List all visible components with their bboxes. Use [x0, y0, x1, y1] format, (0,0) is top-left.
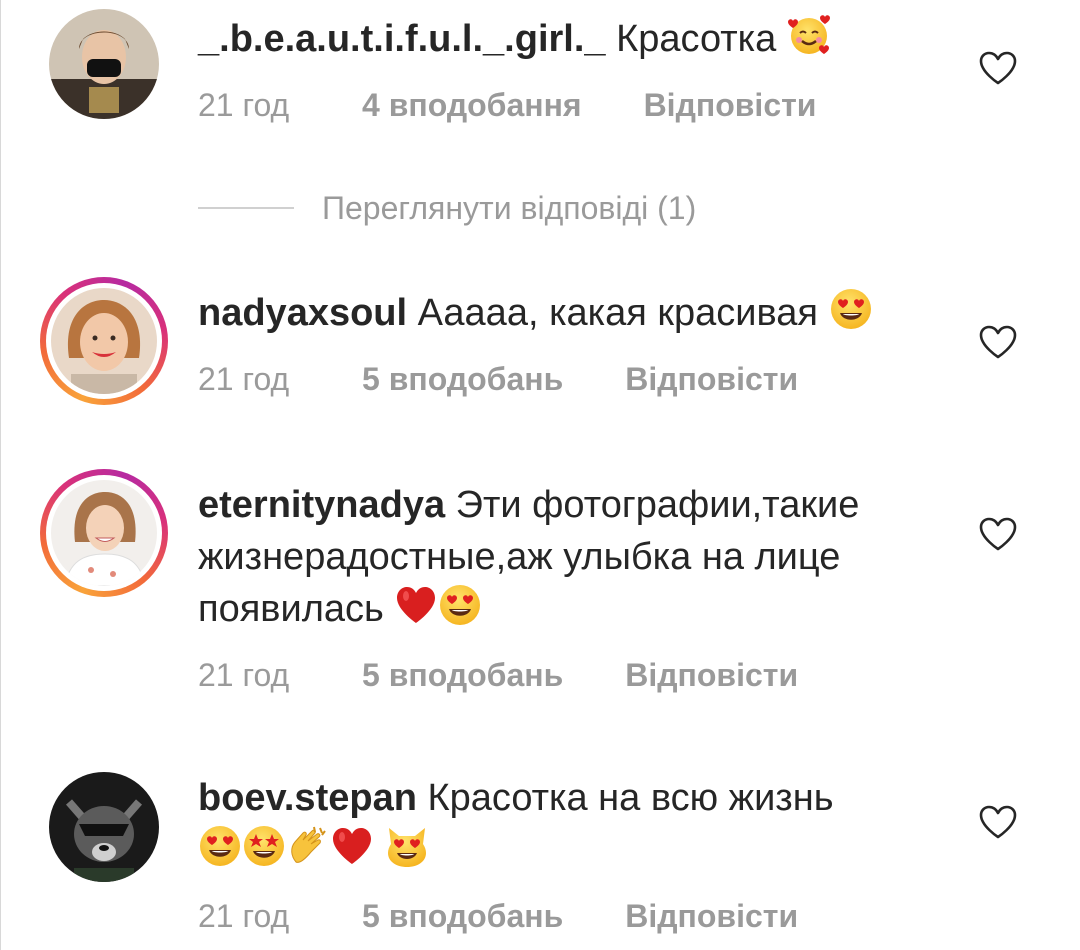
- smiling-face-with-hearts-icon: [787, 13, 831, 57]
- comment-time: 21 год: [198, 86, 290, 123]
- comment-username[interactable]: nadyaxsoul: [198, 292, 407, 334]
- user-photo-avatar: [51, 288, 157, 394]
- like-heart-icon[interactable]: [978, 324, 1018, 360]
- avatar[interactable]: [39, 276, 169, 406]
- heart-eyes-icon: [829, 287, 873, 331]
- comment-likes-count[interactable]: 4 вподобання: [362, 87, 582, 124]
- comment-text: boev.stepan Красотка на всю жизнь: [198, 772, 938, 876]
- comment-username[interactable]: boev.stepan: [198, 777, 417, 819]
- clapping-hands-icon: [286, 824, 330, 868]
- comment-likes-count[interactable]: 5 вподобань: [362, 361, 563, 398]
- like-heart-icon[interactable]: [978, 804, 1018, 840]
- comment-meta: 21 год 4 вподобання Відповісти: [198, 83, 938, 127]
- comment-time: 21 год: [198, 656, 290, 693]
- comment-message: Ааааа, какая красивая: [417, 292, 818, 334]
- comment-likes-count[interactable]: 5 вподобань: [362, 898, 563, 935]
- comment-meta: 21 год 5 вподобань Відповісти: [198, 894, 938, 938]
- comment-meta: 21 год 5 вподобань Відповісти: [198, 653, 938, 697]
- view-replies-button[interactable]: Переглянути відповіді (1): [198, 188, 696, 228]
- view-replies-divider: [198, 207, 294, 209]
- reply-button[interactable]: Відповісти: [644, 87, 817, 124]
- red-heart-icon: [394, 583, 438, 627]
- comment-text: _.b.e.a.u.t.i.f.u.l._.girl._ Красотка: [198, 13, 938, 65]
- comment-message: Красотка на всю жизнь: [427, 777, 834, 819]
- comment-username[interactable]: _.b.e.a.u.t.i.f.u.l._.girl._: [198, 18, 606, 60]
- comment-time: 21 год: [198, 897, 290, 934]
- avatar[interactable]: [39, 0, 169, 128]
- comment-text: eternitynadya Эти фотографии,такие жизне…: [198, 479, 938, 635]
- comment-message-line3: появилась: [198, 588, 384, 630]
- like-heart-icon[interactable]: [978, 516, 1018, 552]
- user-photo-avatar: [51, 480, 157, 586]
- heart-eyes-icon: [438, 583, 482, 627]
- comments-page: _.b.e.a.u.t.i.f.u.l._.girl._ Красотка 21…: [0, 0, 1080, 950]
- comment-time: 21 год: [198, 360, 290, 397]
- reply-button[interactable]: Відповісти: [625, 657, 798, 694]
- comment-text: nadyaxsoul Ааааа, какая красивая: [198, 287, 938, 339]
- star-struck-icon: [242, 824, 286, 868]
- comment-username[interactable]: eternitynadya: [198, 484, 445, 526]
- reply-button[interactable]: Відповісти: [625, 361, 798, 398]
- avatar[interactable]: [39, 762, 169, 892]
- story-ring: [40, 469, 168, 597]
- heart-eyes-cat-icon: [385, 824, 429, 868]
- story-ring: [40, 277, 168, 405]
- reply-button[interactable]: Відповісти: [625, 898, 798, 935]
- comment-message-line2: жизнерадостные,аж улыбка на лице: [198, 536, 841, 578]
- comment-message: Красотка: [616, 18, 777, 60]
- user-photo-avatar: [49, 772, 159, 882]
- comment-likes-count[interactable]: 5 вподобань: [362, 657, 563, 694]
- like-heart-icon[interactable]: [978, 50, 1018, 86]
- user-photo-avatar: [49, 9, 159, 119]
- comment-meta: 21 год 5 вподобань Відповісти: [198, 357, 938, 401]
- comment-message-line1: Эти фотографии,такие: [455, 484, 860, 526]
- avatar[interactable]: [39, 468, 169, 598]
- red-heart-icon: [330, 824, 374, 868]
- heart-eyes-icon: [198, 824, 242, 868]
- view-replies-label: Переглянути відповіді (1): [322, 189, 697, 226]
